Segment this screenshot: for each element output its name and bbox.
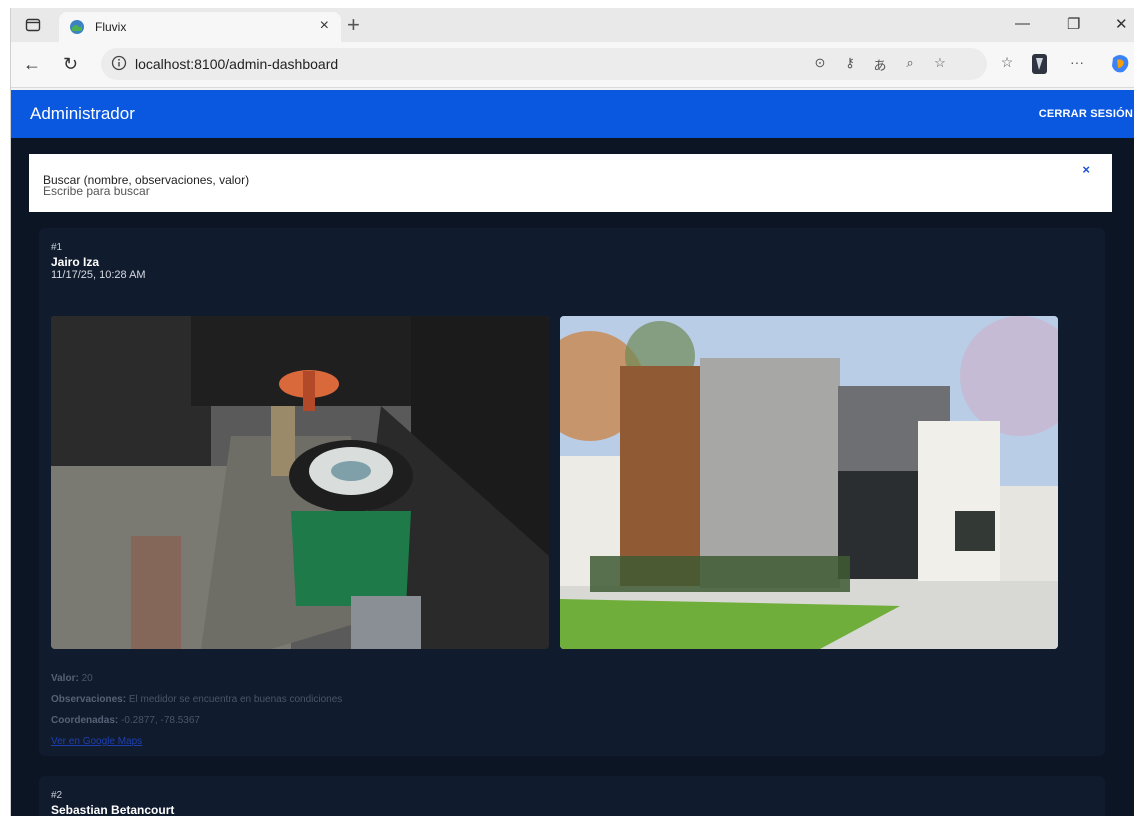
zoom-icon[interactable]: ⌕	[901, 55, 919, 73]
reload-icon[interactable]: ↻	[63, 54, 78, 75]
back-arrow-icon[interactable]: ←	[23, 54, 41, 75]
favorites-list-icon[interactable]: ☆	[997, 54, 1017, 74]
maximize-button[interactable]: ❐	[1067, 15, 1080, 33]
record-number: #1	[51, 242, 63, 253]
house-photo[interactable]	[560, 316, 1058, 649]
search-placeholder: Escribe para buscar	[43, 184, 150, 198]
new-tab-button[interactable]: +	[347, 12, 360, 38]
profile-avatar-icon[interactable]	[1029, 52, 1051, 76]
address-bar: ← ↻ localhost:8100/admin-dashboard ⊙ ⚷ あ…	[11, 42, 1134, 88]
minimize-button[interactable]: —	[1015, 15, 1030, 32]
page-title: Administrador	[30, 104, 135, 123]
url-text: localhost:8100/admin-dashboard	[135, 56, 339, 72]
record-number: #2	[51, 790, 63, 801]
window-close-button[interactable]: ✕	[1115, 15, 1128, 33]
record-card: #1 Jairo Iza 11/17/25, 10:28 AM Valor: 2…	[39, 228, 1105, 756]
clear-search-icon[interactable]: ×	[1082, 162, 1090, 177]
meter-photo-image	[51, 316, 549, 649]
translate-icon[interactable]: あ	[871, 55, 889, 73]
browser-tab[interactable]: Fluvix ×	[59, 12, 341, 42]
valor-field: Valor: 20	[51, 673, 93, 684]
browser-window: Fluvix × + — ❐ ✕ ← ↻ localhost:8100/admi…	[10, 8, 1134, 816]
observaciones-field: Observaciones: El medidor se encuentra e…	[51, 694, 342, 705]
tab-close-icon[interactable]: ×	[320, 17, 329, 35]
valor-label: Valor:	[51, 673, 79, 684]
app-header: Administrador CERRAR SESIÓN	[11, 90, 1134, 138]
meter-photo[interactable]	[51, 316, 549, 649]
tab-bar: Fluvix × + — ❐ ✕	[11, 8, 1134, 42]
record-name: Sebastian Betancourt	[51, 803, 175, 816]
location-icon[interactable]: ⊙	[811, 55, 829, 73]
url-field[interactable]: localhost:8100/admin-dashboard ⊙ ⚷ あ ⌕ ☆	[101, 48, 987, 80]
site-info-icon[interactable]	[111, 55, 127, 71]
coordenadas-label: Coordenadas:	[51, 715, 119, 726]
record-name: Jairo Iza	[51, 255, 100, 269]
valor-value: 20	[81, 673, 93, 684]
house-photo-image	[560, 316, 1058, 649]
app-view: Administrador CERRAR SESIÓN Buscar (nomb…	[11, 90, 1134, 816]
google-maps-link[interactable]: Ver en Google Maps	[51, 736, 142, 747]
favorite-star-icon[interactable]: ☆	[931, 55, 949, 73]
copilot-icon[interactable]	[1109, 52, 1131, 76]
coordenadas-value: -0.2877, -78.5367	[121, 715, 200, 726]
tab-actions-icon[interactable]	[25, 17, 41, 33]
search-input[interactable]: Buscar (nombre, observaciones, valor) Es…	[29, 154, 1112, 212]
tab-title: Fluvix	[95, 20, 127, 34]
key-icon[interactable]: ⚷	[841, 55, 859, 73]
record-card: #2 Sebastian Betancourt	[39, 776, 1105, 816]
logout-button[interactable]: CERRAR SESIÓN	[1039, 108, 1133, 120]
observaciones-value: El medidor se encuentra en buenas condic…	[128, 694, 343, 705]
more-menu-icon[interactable]: ···	[1067, 54, 1087, 74]
fluvix-favicon-icon	[70, 20, 84, 34]
observaciones-label: Observaciones:	[51, 694, 127, 705]
scrollbar[interactable]	[1129, 142, 1134, 816]
record-date: 11/17/25, 10:28 AM	[51, 269, 146, 281]
coordenadas-field: Coordenadas: -0.2877, -78.5367	[51, 715, 200, 726]
